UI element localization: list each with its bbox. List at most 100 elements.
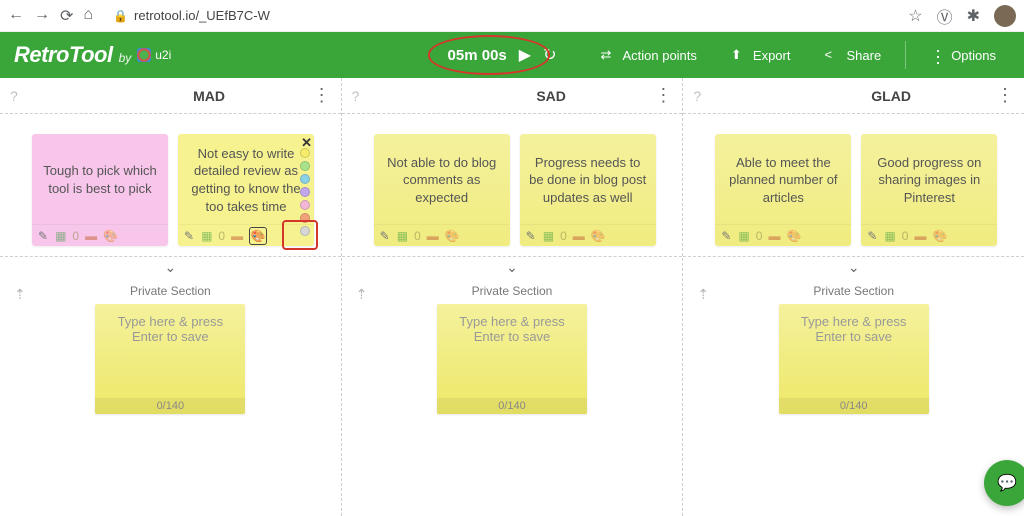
vote-down-icon[interactable]: ▬: [768, 229, 780, 243]
help-icon[interactable]: ?: [693, 88, 701, 104]
color-option[interactable]: [300, 161, 310, 171]
column-header: ? MAD ⋮: [0, 78, 341, 114]
section-divider[interactable]: ⌄: [342, 256, 683, 278]
brand-logo: RetroTool: [14, 42, 113, 68]
profile-avatar[interactable]: [994, 5, 1016, 27]
palette-icon[interactable]: 🎨: [932, 229, 947, 243]
options-button[interactable]: ⋯ Options: [916, 45, 1010, 66]
column-menu-icon[interactable]: ⋮: [313, 85, 331, 106]
palette-icon[interactable]: 🎨: [249, 227, 267, 245]
column-title: GLAD: [871, 88, 911, 104]
card-text: Progress needs to be done in blog post u…: [520, 134, 656, 224]
card-footer: ✎ ▦ 0 ▬ 🎨: [520, 224, 656, 246]
column-sad: ? SAD ⋮ Not able to do blog comments as …: [342, 78, 684, 516]
export-button[interactable]: ⬆ Export: [717, 47, 805, 63]
private-input[interactable]: [779, 304, 929, 398]
chat-button[interactable]: 💬: [984, 460, 1024, 506]
edit-icon[interactable]: ✎: [526, 229, 536, 243]
forward-icon[interactable]: →: [34, 6, 50, 26]
collapse-icon[interactable]: ⇡: [356, 286, 368, 303]
column-menu-icon[interactable]: ⋮: [996, 85, 1014, 106]
private-label: Private Section: [130, 284, 211, 298]
partner-name: u2i: [155, 48, 171, 62]
private-card: 0/140: [437, 304, 587, 414]
timer-group: 05m 00s ▶ ↻: [434, 41, 571, 69]
color-picker: [300, 148, 310, 236]
address-bar[interactable]: 🔒 retrotool.io/_UEfB7C-W: [105, 8, 896, 23]
color-option[interactable]: [300, 174, 310, 184]
color-option[interactable]: [300, 187, 310, 197]
column-menu-icon[interactable]: ⋮: [654, 85, 672, 106]
card[interactable]: Progress needs to be done in blog post u…: [520, 134, 656, 246]
vote-count: 0: [902, 229, 909, 243]
vote-up-icon[interactable]: ▦: [397, 229, 408, 243]
private-input[interactable]: [95, 304, 245, 398]
card-text: Able to meet the planned number of artic…: [715, 134, 851, 224]
private-label: Private Section: [813, 284, 894, 298]
share-button[interactable]: < Share: [810, 47, 895, 63]
palette-icon[interactable]: 🎨: [786, 229, 801, 243]
card-footer: ✎ ▦ 0 ▬ 🎨: [861, 224, 997, 246]
color-option[interactable]: [300, 148, 310, 158]
card[interactable]: ✕ Not easy to write detailed review as g…: [178, 134, 314, 246]
vote-down-icon[interactable]: ▬: [231, 229, 243, 243]
browser-nav: ← → ⟳ ⌂: [8, 6, 93, 26]
card[interactable]: Good progress on sharing images in Pinte…: [861, 134, 997, 246]
collapse-icon[interactable]: ⇡: [14, 286, 26, 303]
section-divider[interactable]: ⌄: [0, 256, 341, 278]
cards-row: Able to meet the planned number of artic…: [683, 114, 1024, 256]
help-icon[interactable]: ?: [352, 88, 360, 104]
url-text: retrotool.io/_UEfB7C-W: [134, 8, 270, 23]
color-option[interactable]: [300, 200, 310, 210]
share-label: Share: [846, 48, 881, 63]
private-input[interactable]: [437, 304, 587, 398]
card[interactable]: Tough to pick which tool is best to pick…: [32, 134, 168, 246]
edit-icon[interactable]: ✎: [721, 229, 731, 243]
edit-icon[interactable]: ✎: [867, 229, 877, 243]
star-icon[interactable]: ☆: [908, 6, 922, 26]
vote-up-icon[interactable]: ▦: [543, 229, 554, 243]
brand-partner: u2i: [137, 48, 171, 62]
palette-icon[interactable]: 🎨: [591, 229, 606, 243]
play-icon[interactable]: ▶: [519, 45, 531, 65]
share-icon: <: [824, 47, 840, 63]
private-card: 0/140: [95, 304, 245, 414]
brand-by: by: [119, 51, 132, 65]
card[interactable]: Not able to do blog comments as expected…: [374, 134, 510, 246]
palette-icon[interactable]: 🎨: [103, 229, 118, 243]
home-icon[interactable]: ⌂: [83, 6, 93, 26]
card-footer: ✎ ▦ 0 ▬ 🎨: [374, 224, 510, 246]
extensions-icon[interactable]: ✱: [967, 6, 980, 26]
partner-logo-icon: [137, 48, 151, 62]
vote-up-icon[interactable]: ▦: [201, 229, 212, 243]
edit-icon[interactable]: ✎: [38, 229, 48, 243]
vote-up-icon[interactable]: ▦: [884, 229, 895, 243]
vote-up-icon[interactable]: ▦: [55, 229, 66, 243]
collapse-icon[interactable]: ⇡: [697, 286, 709, 303]
vote-down-icon[interactable]: ▬: [85, 229, 97, 243]
edit-icon[interactable]: ✎: [184, 229, 194, 243]
cards-row: Tough to pick which tool is best to pick…: [0, 114, 341, 256]
section-divider[interactable]: ⌄: [683, 256, 1024, 278]
char-count: 0/140: [779, 398, 929, 414]
vote-down-icon[interactable]: ▬: [427, 229, 439, 243]
vote-down-icon[interactable]: ▬: [573, 229, 585, 243]
extension-icon-1[interactable]: Ⓥ: [937, 4, 953, 28]
reload-icon[interactable]: ⟳: [60, 6, 73, 26]
toolbar-separator: [905, 41, 906, 69]
action-points-label: Action points: [622, 48, 696, 63]
edit-icon[interactable]: ✎: [380, 229, 390, 243]
restart-icon[interactable]: ↻: [543, 45, 556, 65]
brand: RetroTool by u2i: [14, 42, 171, 68]
palette-icon[interactable]: 🎨: [445, 229, 460, 243]
color-option[interactable]: [300, 226, 310, 236]
action-points-button[interactable]: ⇄ Action points: [586, 47, 710, 63]
back-icon[interactable]: ←: [8, 6, 24, 26]
color-option[interactable]: [300, 213, 310, 223]
kebab-icon: ⋯: [927, 48, 948, 63]
card[interactable]: Able to meet the planned number of artic…: [715, 134, 851, 246]
help-icon[interactable]: ?: [10, 88, 18, 104]
browser-actions: ☆ Ⓥ ✱: [908, 4, 1016, 28]
vote-up-icon[interactable]: ▦: [738, 229, 749, 243]
vote-down-icon[interactable]: ▬: [914, 229, 926, 243]
